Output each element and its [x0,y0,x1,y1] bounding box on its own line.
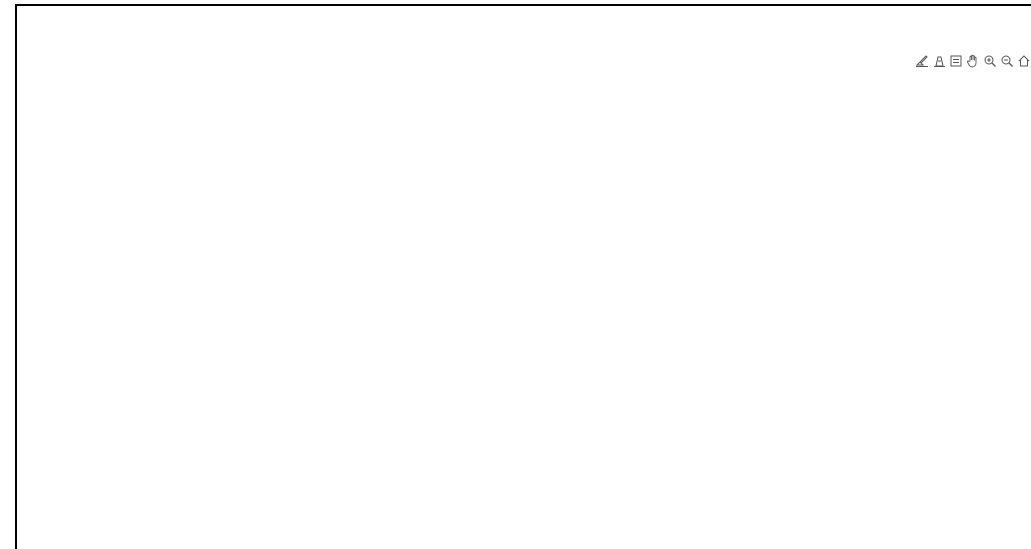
figure-frame [15,4,1031,549]
zoom-out-icon[interactable] [999,52,1014,70]
zoom-in-icon[interactable] [982,52,997,70]
brush-icon[interactable] [914,52,929,70]
legend-icon[interactable] [948,52,963,70]
plot-toolbar [914,50,1031,72]
home-icon[interactable] [1016,52,1031,70]
data-cursor-icon[interactable] [931,52,946,70]
pan-hand-icon[interactable] [965,52,980,70]
